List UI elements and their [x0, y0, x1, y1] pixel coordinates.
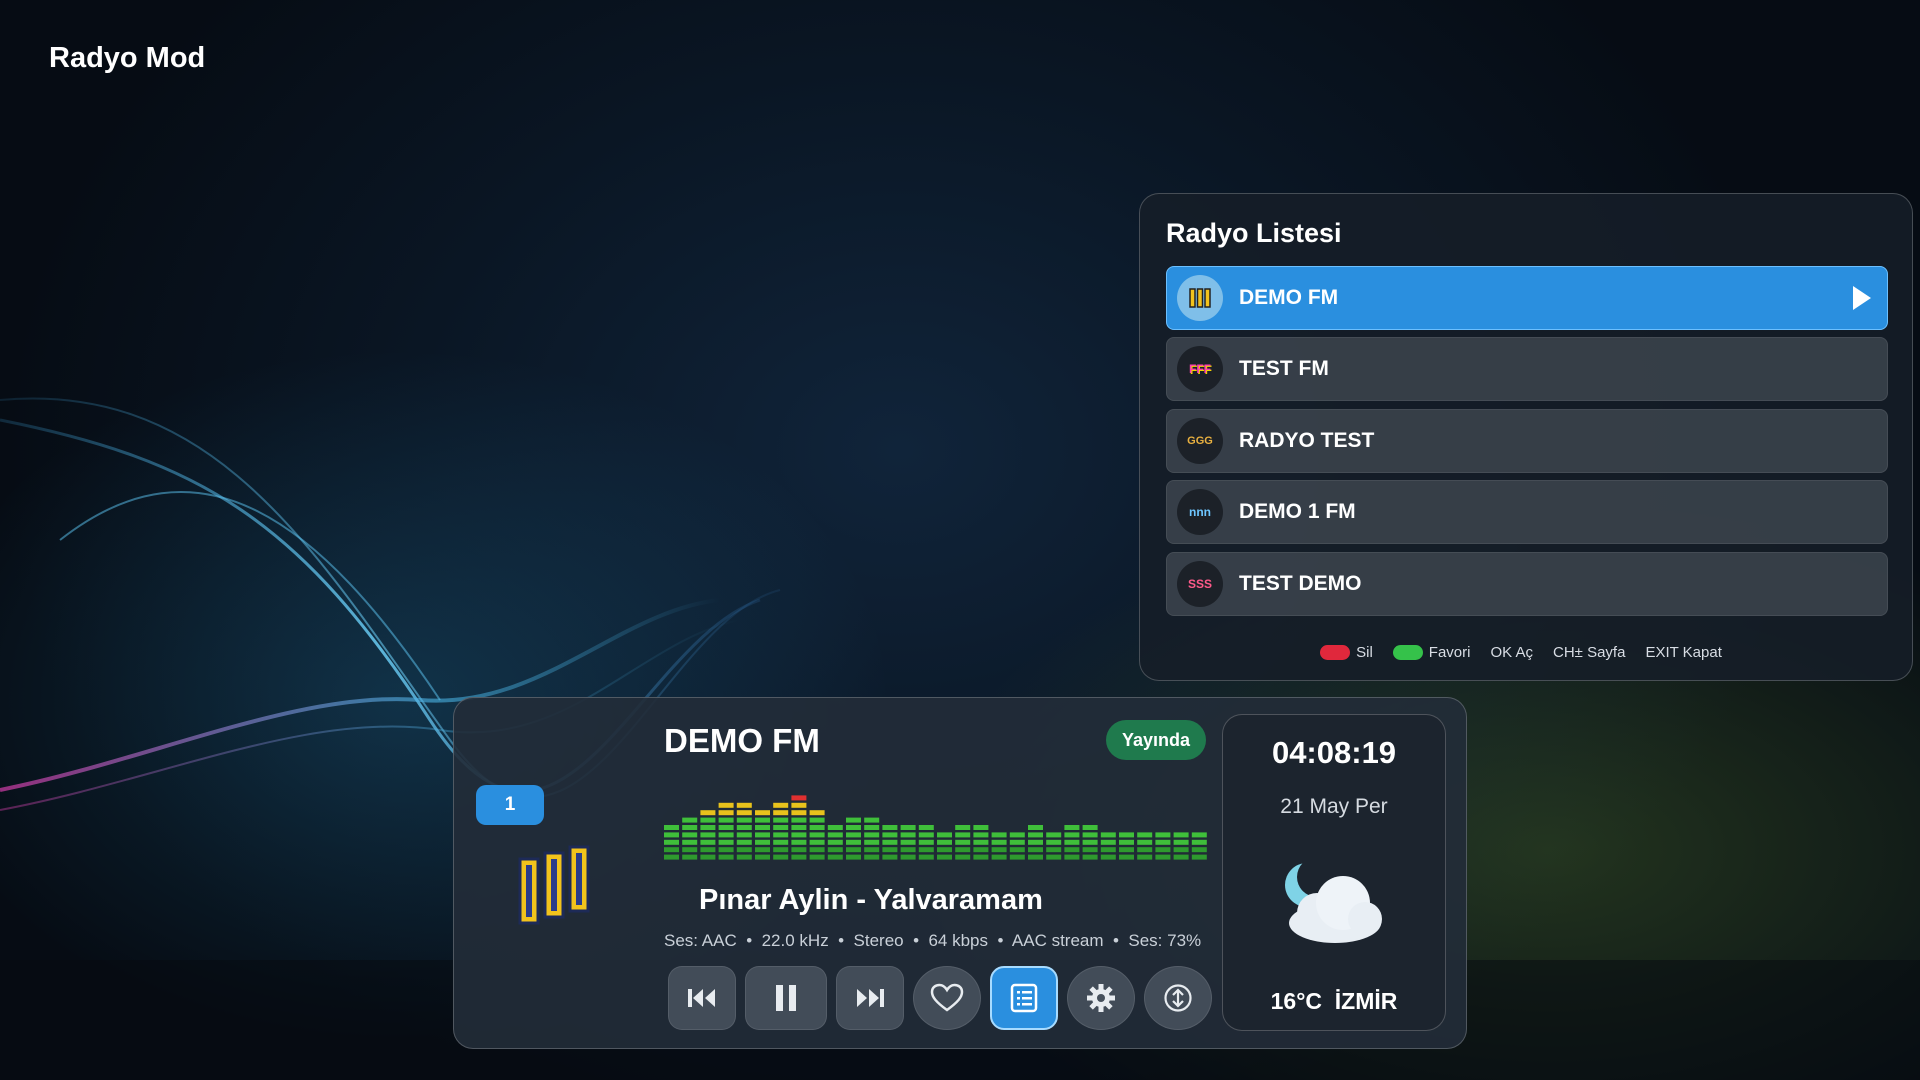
station-logo-icon: FFF — [1177, 346, 1223, 392]
previous-button[interactable] — [668, 966, 736, 1030]
legend-favorite-label: Favori — [1428, 644, 1471, 661]
list-icon — [1010, 983, 1038, 1013]
station-name: TEST FM — [1239, 357, 1329, 380]
sort-button[interactable] — [1144, 966, 1212, 1030]
clock-weather-panel: 04:08:19 21 May Per 16°C İZMİR — [1222, 714, 1446, 1031]
live-status-badge: Yayında — [1106, 720, 1207, 760]
equalizer-bar — [991, 832, 1007, 860]
equalizer-bar — [718, 802, 734, 860]
equalizer-bar — [937, 832, 952, 860]
moon-cloud-icon — [1285, 857, 1382, 943]
favorite-button[interactable] — [913, 966, 981, 1030]
equalizer-bar — [755, 810, 770, 860]
equalizer-bar — [1137, 832, 1153, 860]
stream-info: Ses: AAC • 22.0 kHz • Stereo • 64 kbps •… — [664, 931, 1202, 950]
legend-delete-label: Sil — [1356, 644, 1373, 661]
equalizer-bar — [1173, 832, 1189, 860]
upload-icon — [1164, 984, 1192, 1012]
equalizer-bar — [791, 795, 807, 860]
station-name: RADYO TEST — [1239, 429, 1375, 452]
next-icon — [857, 989, 884, 1007]
equalizer-bar — [864, 817, 880, 860]
app-title: Radyo Mod — [49, 42, 206, 74]
station-logo-icon: GGG — [1177, 418, 1223, 464]
equalizer-bar — [1028, 825, 1043, 860]
now-playing-station: DEMO FM — [664, 722, 820, 759]
equalizer-bar — [918, 825, 934, 860]
equalizer-bar — [1082, 825, 1098, 860]
equalizer-bar — [664, 825, 679, 860]
equalizer-bar — [1100, 832, 1116, 860]
equalizer-bar — [827, 825, 843, 860]
equalizer-bar — [1009, 832, 1025, 860]
station-logo-icon: nnn — [1177, 489, 1223, 535]
station-name: DEMO FM — [1239, 286, 1339, 309]
equalizer-bar — [1155, 832, 1171, 860]
equalizer-bar — [1046, 832, 1062, 860]
station-logo-icon: SSS — [1177, 561, 1223, 607]
station-item-radyo-test[interactable]: GGG RADYO TEST — [1166, 409, 1888, 473]
station-item-test-fm[interactable]: FFF TEST FM — [1166, 337, 1888, 401]
equalizer-bar — [773, 802, 789, 860]
play-icon — [1853, 286, 1871, 310]
settings-button[interactable] — [1067, 966, 1135, 1030]
legend-ch: CH± Sayfa — [1553, 644, 1626, 661]
equalizer-bar — [1191, 832, 1207, 860]
equalizer-bar — [809, 810, 825, 860]
station-item-demo-1-fm[interactable]: nnn DEMO 1 FM — [1166, 480, 1888, 544]
next-button[interactable] — [836, 966, 904, 1030]
green-key-icon — [1392, 645, 1423, 660]
clock-date: 21 May Per — [1280, 795, 1388, 818]
equalizer-bar — [900, 825, 916, 860]
red-key-icon — [1320, 645, 1351, 660]
equalizer-bar — [736, 802, 752, 860]
equalizer-bar — [955, 825, 971, 860]
pause-button[interactable] — [745, 966, 827, 1030]
key-legend: Sil Favori OK Aç CH± Sayfa EXIT Kapat — [1140, 644, 1912, 661]
station-item-demo-fm[interactable]: DEMO FM — [1166, 266, 1888, 330]
playlist-button[interactable] — [990, 966, 1058, 1030]
equalizer-visualizer — [664, 795, 1207, 860]
equalizer-bar — [846, 817, 861, 860]
equalizer-bar — [1064, 825, 1080, 860]
gear-icon — [1087, 984, 1115, 1012]
equalizer-bar — [682, 817, 698, 860]
equalizer-bar — [700, 810, 716, 860]
station-item-test-demo[interactable]: SSS TEST DEMO — [1166, 552, 1888, 616]
radio-list-panel: Radyo Listesi DEMO FM FFF TEST FM GGG RA… — [1139, 193, 1913, 681]
radio-list-title: Radyo Listesi — [1166, 218, 1342, 248]
song-title: Pınar Aylin - Yalvaramam — [699, 884, 1043, 916]
station-logo-icon — [1177, 275, 1223, 321]
equalizer-bar — [882, 825, 898, 860]
equalizer-bar — [973, 825, 989, 860]
legend-delete: Sil — [1320, 644, 1373, 661]
pause-icon — [776, 985, 796, 1011]
legend-exit: EXIT Kapat — [1645, 644, 1722, 661]
legend-favorite: Favori — [1392, 644, 1471, 661]
heart-icon — [930, 983, 964, 1012]
temperature-city: 16°C İZMİR — [1270, 988, 1398, 1014]
player-controls — [668, 966, 1212, 1030]
station-name: TEST DEMO — [1239, 572, 1362, 595]
station-name: DEMO 1 FM — [1239, 500, 1356, 523]
legend-ok: OK Aç — [1490, 644, 1534, 661]
station-logo-icon — [518, 845, 590, 925]
equalizer-bar — [1119, 832, 1134, 860]
clock-time: 04:08:19 — [1271, 735, 1397, 770]
channel-number-badge: 1 — [476, 785, 544, 825]
previous-icon — [688, 989, 715, 1007]
